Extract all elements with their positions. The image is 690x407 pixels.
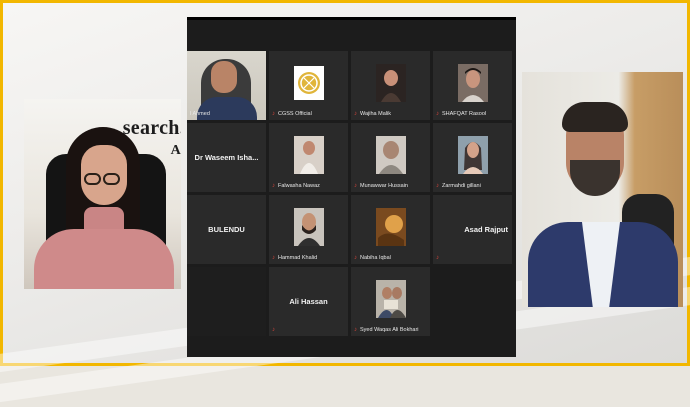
mic-muted-icon: ♪ <box>354 111 357 117</box>
mic-muted-icon: ♪ <box>436 111 439 117</box>
zoom-gallery-view: l Ahmed ♪ CGSS Official ♪ Wajiha Malik ♪ SH… <box>187 17 516 357</box>
mic-muted-icon: ♪ <box>436 255 439 261</box>
profile-photo-icon <box>375 64 406 102</box>
participant-tile[interactable]: ♪ Falwasha Nawaz <box>269 123 348 192</box>
participant-tile[interactable]: ♪ CGSS Official <box>269 51 348 120</box>
participant-name: Syed Waqas Ali Bokhari <box>360 327 419 333</box>
participant-name: BULENDU <box>208 225 245 234</box>
left-speaker-video: search. Ac <box>24 99 181 289</box>
participant-tile[interactable]: BULENDU <box>187 195 266 264</box>
participant-name: Falwasha Nawaz <box>278 183 320 189</box>
background-sign-text-2: Ac <box>170 143 181 158</box>
participant-name: Hammad Khalid <box>278 255 318 261</box>
background-sign-text: search. <box>122 117 181 139</box>
profile-photo-icon <box>293 208 324 246</box>
participant-tile[interactable]: l Ahmed <box>187 51 266 120</box>
participant-name: Munawwar Hussain <box>360 183 408 189</box>
profile-photo-icon <box>457 64 488 102</box>
participant-tile[interactable]: Ali Hassan ♪ <box>269 267 348 336</box>
participant-name: l Ahmed <box>190 111 210 117</box>
profile-photo-icon <box>375 136 406 174</box>
cgss-logo-icon <box>293 66 324 100</box>
participant-name: Dr Waseem Isha... <box>194 153 259 162</box>
participant-tile[interactable]: Asad Rajput ♪ <box>433 195 512 264</box>
participant-tile[interactable]: ♪ Hammad Khalid <box>269 195 348 264</box>
participant-tile[interactable]: ♪ Nabiha Iqbal <box>351 195 430 264</box>
profile-photo-icon <box>457 136 488 174</box>
mic-muted-icon: ♪ <box>354 183 357 189</box>
participant-name: Zarmahdi gillani <box>442 183 481 189</box>
participant-name: Nabiha Iqbal <box>360 255 391 261</box>
profile-photo-icon <box>375 280 406 318</box>
mic-muted-icon: ♪ <box>272 183 275 189</box>
participant-tile[interactable]: ♪ Zarmahdi gillani <box>433 123 512 192</box>
mic-muted-icon: ♪ <box>272 255 275 261</box>
mic-muted-icon: ♪ <box>354 255 357 261</box>
participant-tile[interactable]: ♪ SHAFQAT Rasool <box>433 51 512 120</box>
mic-muted-icon: ♪ <box>272 327 275 333</box>
empty-tile <box>187 267 266 336</box>
participant-name: Ali Hassan <box>289 297 328 306</box>
participant-name: CGSS Official <box>278 111 312 117</box>
right-speaker-video <box>522 72 683 307</box>
participant-tile[interactable]: ♪ Wajiha Malik <box>351 51 430 120</box>
mic-muted-icon: ♪ <box>272 111 275 117</box>
participant-name: Wajiha Malik <box>360 111 391 117</box>
profile-photo-icon <box>293 136 324 174</box>
participant-name: Asad Rajput <box>464 225 508 234</box>
mic-muted-icon: ♪ <box>436 183 439 189</box>
participant-name: SHAFQAT Rasool <box>442 111 487 117</box>
profile-photo-icon <box>375 208 406 246</box>
participant-tile[interactable]: Dr Waseem Isha... <box>187 123 266 192</box>
participant-tile[interactable]: ♪ Munawwar Hussain <box>351 123 430 192</box>
mic-muted-icon: ♪ <box>354 327 357 333</box>
participant-tile[interactable]: ♪ Syed Waqas Ali Bokhari <box>351 267 430 336</box>
